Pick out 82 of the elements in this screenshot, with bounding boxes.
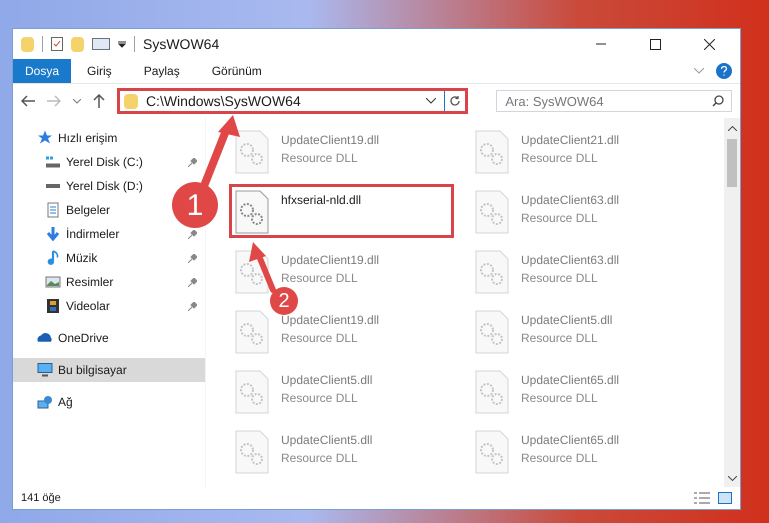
maximize-icon bbox=[650, 38, 660, 50]
refresh-icon[interactable] bbox=[449, 95, 462, 107]
file-type: Resource DLL bbox=[281, 270, 359, 287]
address-path[interactable]: C:\Windows\SysWOW64 bbox=[146, 90, 426, 112]
pc-icon bbox=[37, 362, 53, 378]
nav-item[interactable]: Ağ bbox=[58, 393, 73, 411]
file-name[interactable]: UpdateClient65.dll bbox=[521, 371, 620, 389]
gear-file-icon bbox=[235, 370, 269, 414]
search-icon bbox=[712, 95, 724, 107]
music-icon bbox=[45, 250, 61, 266]
gear-file-icon bbox=[235, 430, 269, 474]
file-name[interactable]: UpdateClient5.dll bbox=[521, 311, 612, 329]
arrow bbox=[249, 242, 276, 293]
ribbon-tab[interactable]: Giriş bbox=[71, 59, 128, 83]
nav-item[interactable]: Yerel Disk (D:) bbox=[66, 177, 143, 195]
file-type: Resource DLL bbox=[281, 150, 359, 167]
file-type: Resource DLL bbox=[521, 330, 599, 347]
address-bar[interactable]: C:\Windows\SysWOW64 bbox=[116, 88, 468, 114]
gear-file-icon bbox=[235, 310, 269, 354]
file-type: Resource DLL bbox=[521, 150, 599, 167]
download-icon bbox=[45, 226, 61, 242]
ribbon-tab[interactable]: Görünüm bbox=[196, 59, 278, 83]
file-type: Resource DLL bbox=[281, 390, 359, 407]
help-icon[interactable] bbox=[716, 63, 732, 79]
back-arrow-icon[interactable] bbox=[21, 95, 35, 107]
file-name[interactable]: UpdateClient5.dll bbox=[281, 371, 372, 389]
large-icons-view-icon[interactable] bbox=[718, 492, 732, 504]
chevron-icon[interactable] bbox=[426, 98, 436, 104]
details-view-icon[interactable] bbox=[694, 492, 710, 504]
doc-icon bbox=[45, 202, 61, 218]
gear-file-icon bbox=[475, 250, 509, 294]
nav-item[interactable]: Müzik bbox=[66, 249, 98, 267]
file-name[interactable]: UpdateClient19.dll bbox=[281, 131, 380, 149]
nav-item[interactable]: OneDrive bbox=[58, 329, 109, 347]
file-name[interactable]: UpdateClient63.dll bbox=[521, 191, 620, 209]
minimize-icon bbox=[596, 43, 606, 45]
file-type: Resource DLL bbox=[521, 450, 599, 467]
drive-c-icon bbox=[45, 154, 61, 170]
file-type: Resource DLL bbox=[281, 330, 359, 347]
file-name[interactable]: UpdateClient5.dll bbox=[281, 431, 372, 449]
ribbon-tab[interactable]: Dosya bbox=[13, 59, 72, 83]
view-list-icon[interactable] bbox=[92, 38, 110, 50]
folder-icon bbox=[124, 94, 138, 108]
nav-item[interactable]: Hızlı erişim bbox=[58, 129, 118, 147]
gear-file-icon bbox=[475, 190, 509, 234]
gear-file-icon bbox=[475, 430, 509, 474]
close-icon bbox=[704, 38, 714, 50]
gear-file-icon bbox=[475, 310, 509, 354]
scroll-thumb[interactable] bbox=[727, 139, 737, 187]
file-type: Resource DLL bbox=[281, 450, 359, 467]
scrollbar[interactable] bbox=[724, 118, 740, 487]
file-name[interactable]: UpdateClient21.dll bbox=[521, 131, 620, 149]
star-icon bbox=[37, 130, 53, 146]
file-name[interactable]: UpdateClient19.dll bbox=[281, 251, 380, 269]
file-name[interactable]: hfxserial-nld.dll bbox=[281, 191, 362, 209]
scroll-up-icon[interactable] bbox=[728, 126, 736, 131]
gear-file-icon bbox=[235, 130, 269, 174]
file-type: Resource DLL bbox=[521, 270, 599, 287]
nav-item[interactable]: Belgeler bbox=[66, 201, 110, 219]
gear-file-icon bbox=[475, 130, 509, 174]
video-icon bbox=[45, 298, 61, 314]
file-name[interactable]: UpdateClient63.dll bbox=[521, 251, 620, 269]
dropdown-icon[interactable] bbox=[118, 40, 126, 48]
item-count: 141 öğe bbox=[21, 490, 61, 506]
gear-file-icon bbox=[475, 370, 509, 414]
checklist-icon[interactable] bbox=[51, 37, 63, 51]
pictures-icon bbox=[45, 274, 61, 290]
nav-item[interactable]: Yerel Disk (C:) bbox=[66, 153, 143, 171]
search-field[interactable]: Ara: SysWOW64 bbox=[496, 90, 732, 112]
up-arrow-icon[interactable] bbox=[92, 94, 105, 108]
nav-item[interactable]: Bu bilgisayar bbox=[58, 361, 127, 379]
ribbon-tab[interactable]: Paylaş bbox=[128, 59, 196, 83]
nav-item[interactable]: İndirmeler bbox=[66, 225, 120, 243]
network-icon bbox=[37, 394, 53, 410]
file-name[interactable]: UpdateClient65.dll bbox=[521, 431, 620, 449]
scroll-down-icon[interactable] bbox=[728, 476, 736, 481]
window-title: SysWOW64 bbox=[143, 34, 220, 54]
nav-item[interactable]: Resimler bbox=[66, 273, 114, 291]
file-type: Resource DLL bbox=[521, 210, 599, 227]
file-type: Resource DLL bbox=[521, 390, 599, 407]
nav-item[interactable]: Videolar bbox=[66, 297, 110, 315]
gear-file-icon bbox=[235, 190, 269, 234]
